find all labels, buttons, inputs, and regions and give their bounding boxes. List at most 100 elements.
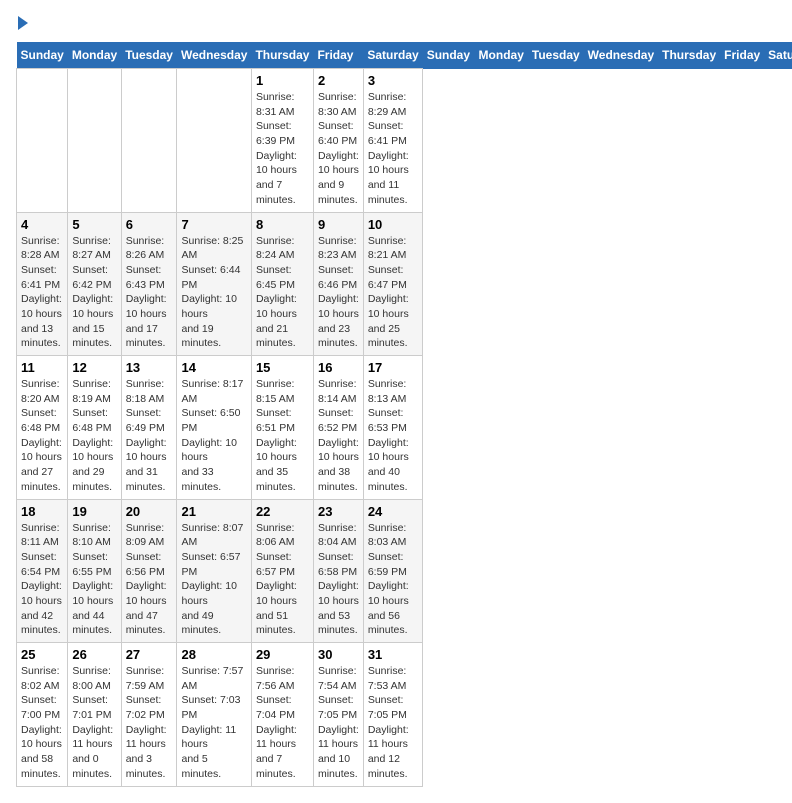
calendar-table: SundayMondayTuesdayWednesdayThursdayFrid… [16,42,792,787]
day-number: 27 [126,647,173,662]
calendar-cell: 22 Sunrise: 8:06 AM Sunset: 6:57 PM Dayli… [251,499,313,643]
day-info: Sunrise: 8:17 AM Sunset: 6:50 PM Dayligh… [181,377,246,495]
calendar-cell: 12Sunrise: 8:19 AM Sunset: 6:48 PM Dayli… [68,356,121,500]
day-info: Sunrise: 8:28 AM Sunset: 6:41 PM Dayligh… [21,234,63,352]
calendar-cell [17,69,68,213]
day-info: Sunrise: 8:02 AM Sunset: 7:00 PM Dayligh… [21,664,63,782]
day-number: 20 [126,504,173,519]
day-info: Sunrise: 8:31 AM Sunset: 6:39 PM Dayligh… [256,90,309,208]
day-number: 25 [21,647,63,662]
col-header-sunday: Sunday [17,42,68,69]
calendar-cell: 15 Sunrise: 8:15 AM Sunset: 6:51 PM Dayli… [251,356,313,500]
calendar-cell: 7 Sunrise: 8:25 AM Sunset: 6:44 PM Daylig… [177,212,251,356]
col-header-wednesday: Wednesday [584,42,658,69]
day-number: 3 [368,73,418,88]
logo-arrow-icon [18,16,28,30]
day-info: Sunrise: 8:09 AM Sunset: 6:56 PM Dayligh… [126,521,173,639]
day-info: Sunrise: 8:30 AM Sunset: 6:40 PM Dayligh… [318,90,359,208]
day-number: 19 [72,504,116,519]
day-info: Sunrise: 8:24 AM Sunset: 6:45 PM Dayligh… [256,234,309,352]
day-info: Sunrise: 8:07 AM Sunset: 6:57 PM Dayligh… [181,521,246,639]
col-header-tuesday: Tuesday [121,42,177,69]
day-info: Sunrise: 8:29 AM Sunset: 6:41 PM Dayligh… [368,90,418,208]
day-number: 23 [318,504,359,519]
calendar-cell: 21 Sunrise: 8:07 AM Sunset: 6:57 PM Dayli… [177,499,251,643]
calendar-cell: 2 Sunrise: 8:30 AM Sunset: 6:40 PM Daylig… [313,69,363,213]
calendar-cell: 18 Sunrise: 8:11 AM Sunset: 6:54 PM Dayli… [17,499,68,643]
day-number: 4 [21,217,63,232]
day-info: Sunrise: 7:59 AM Sunset: 7:02 PM Dayligh… [126,664,173,782]
day-number: 29 [256,647,309,662]
day-info: Sunrise: 8:23 AM Sunset: 6:46 PM Dayligh… [318,234,359,352]
calendar-week-5: 25 Sunrise: 8:02 AM Sunset: 7:00 PM Dayli… [17,643,792,787]
calendar-cell: 16Sunrise: 8:14 AM Sunset: 6:52 PM Dayli… [313,356,363,500]
day-number: 11 [21,360,63,375]
day-number: 6 [126,217,173,232]
day-number: 9 [318,217,359,232]
day-info: Sunrise: 7:53 AM Sunset: 7:05 PM Dayligh… [368,664,418,782]
day-number: 21 [181,504,246,519]
day-info: Sunrise: 7:56 AM Sunset: 7:04 PM Dayligh… [256,664,309,782]
day-number: 1 [256,73,309,88]
calendar-cell: 29 Sunrise: 7:56 AM Sunset: 7:04 PM Dayli… [251,643,313,787]
day-info: Sunrise: 8:06 AM Sunset: 6:57 PM Dayligh… [256,521,309,639]
day-info: Sunrise: 8:27 AM Sunset: 6:42 PM Dayligh… [72,234,116,352]
day-info: Sunrise: 8:14 AM Sunset: 6:52 PM Dayligh… [318,377,359,495]
calendar-cell: 6 Sunrise: 8:26 AM Sunset: 6:43 PM Daylig… [121,212,177,356]
col-header-friday: Friday [720,42,764,69]
col-header-tuesday: Tuesday [528,42,584,69]
calendar-cell [177,69,251,213]
day-info: Sunrise: 8:18 AM Sunset: 6:49 PM Dayligh… [126,377,173,495]
day-info: Sunrise: 8:15 AM Sunset: 6:51 PM Dayligh… [256,377,309,495]
day-number: 30 [318,647,359,662]
header-row: SundayMondayTuesdayWednesdayThursdayFrid… [17,42,792,69]
calendar-week-2: 4 Sunrise: 8:28 AM Sunset: 6:41 PM Daylig… [17,212,792,356]
calendar-cell: 5 Sunrise: 8:27 AM Sunset: 6:42 PM Daylig… [68,212,121,356]
col-header-thursday: Thursday [658,42,720,69]
calendar-cell: 20 Sunrise: 8:09 AM Sunset: 6:56 PM Dayli… [121,499,177,643]
day-info: Sunrise: 8:11 AM Sunset: 6:54 PM Dayligh… [21,521,63,639]
calendar-cell: 3 Sunrise: 8:29 AM Sunset: 6:41 PM Daylig… [363,69,422,213]
day-number: 5 [72,217,116,232]
day-info: Sunrise: 7:57 AM Sunset: 7:03 PM Dayligh… [181,664,246,782]
calendar-week-4: 18 Sunrise: 8:11 AM Sunset: 6:54 PM Dayli… [17,499,792,643]
calendar-cell: 1 Sunrise: 8:31 AM Sunset: 6:39 PM Daylig… [251,69,313,213]
day-number: 15 [256,360,309,375]
calendar-cell: 25 Sunrise: 8:02 AM Sunset: 7:00 PM Dayli… [17,643,68,787]
day-number: 10 [368,217,418,232]
day-number: 17 [368,360,418,375]
calendar-cell: 13 Sunrise: 8:18 AM Sunset: 6:49 PM Dayli… [121,356,177,500]
calendar-cell: 10 Sunrise: 8:21 AM Sunset: 6:47 PM Dayli… [363,212,422,356]
col-header-thursday: Thursday [251,42,313,69]
calendar-week-3: 11 Sunrise: 8:20 AM Sunset: 6:48 PM Dayli… [17,356,792,500]
day-info: Sunrise: 8:25 AM Sunset: 6:44 PM Dayligh… [181,234,246,352]
calendar-cell: 19 Sunrise: 8:10 AM Sunset: 6:55 PM Dayli… [68,499,121,643]
day-info: Sunrise: 8:26 AM Sunset: 6:43 PM Dayligh… [126,234,173,352]
day-info: Sunrise: 8:00 AM Sunset: 7:01 PM Dayligh… [72,664,116,782]
col-header-wednesday: Wednesday [177,42,251,69]
col-header-monday: Monday [68,42,121,69]
calendar-cell [121,69,177,213]
day-number: 28 [181,647,246,662]
calendar-cell: 14 Sunrise: 8:17 AM Sunset: 6:50 PM Dayli… [177,356,251,500]
day-info: Sunrise: 8:04 AM Sunset: 6:58 PM Dayligh… [318,521,359,639]
day-number: 14 [181,360,246,375]
day-number: 13 [126,360,173,375]
day-number: 7 [181,217,246,232]
day-info: Sunrise: 8:10 AM Sunset: 6:55 PM Dayligh… [72,521,116,639]
day-info: Sunrise: 8:21 AM Sunset: 6:47 PM Dayligh… [368,234,418,352]
day-number: 8 [256,217,309,232]
day-number: 2 [318,73,359,88]
col-header-saturday: Saturday [363,42,422,69]
col-header-saturday: Saturday [764,42,792,69]
calendar-week-1: 1 Sunrise: 8:31 AM Sunset: 6:39 PM Daylig… [17,69,792,213]
day-info: Sunrise: 8:20 AM Sunset: 6:48 PM Dayligh… [21,377,63,495]
calendar-cell: 24Sunrise: 8:03 AM Sunset: 6:59 PM Dayli… [363,499,422,643]
calendar-cell: 8 Sunrise: 8:24 AM Sunset: 6:45 PM Daylig… [251,212,313,356]
calendar-cell: 31Sunrise: 7:53 AM Sunset: 7:05 PM Dayli… [363,643,422,787]
page-header [16,16,776,30]
day-number: 22 [256,504,309,519]
calendar-cell: 9 Sunrise: 8:23 AM Sunset: 6:46 PM Daylig… [313,212,363,356]
day-number: 18 [21,504,63,519]
day-number: 26 [72,647,116,662]
